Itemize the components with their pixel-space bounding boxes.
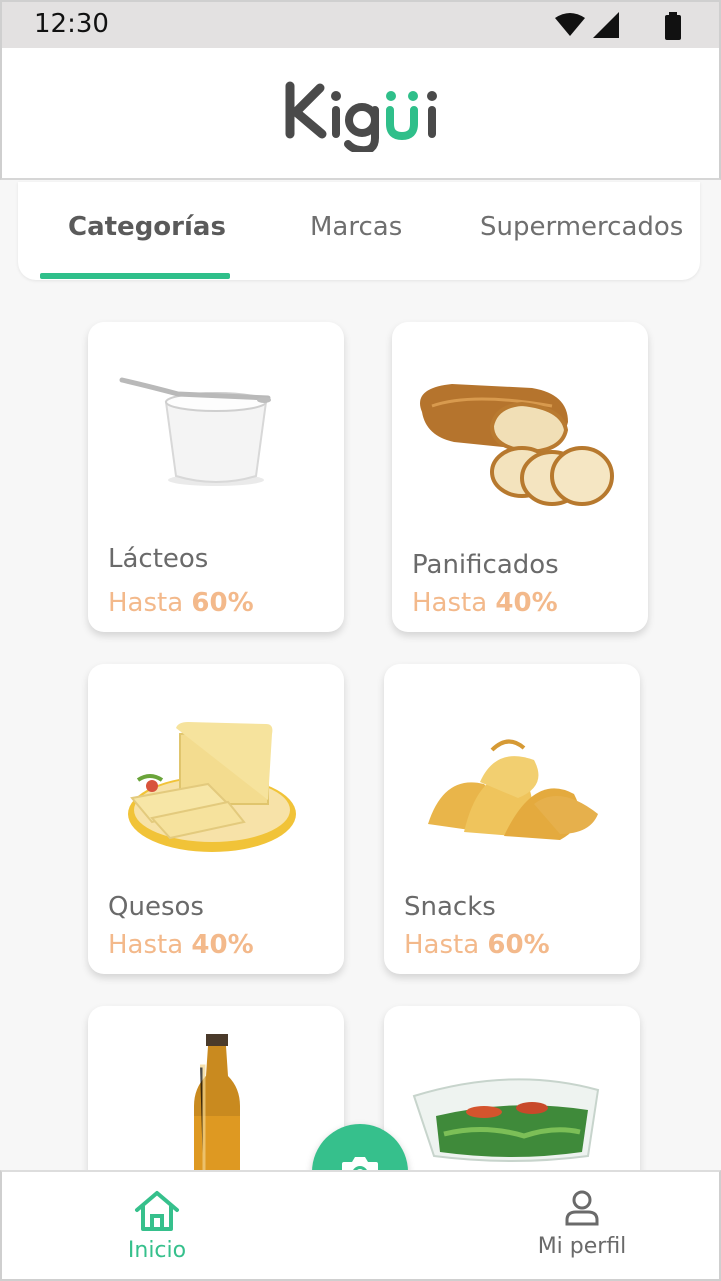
tab-categorias[interactable]: Categorías [68,212,226,242]
category-promo: Hasta 60% [404,930,550,960]
tab-indicator [40,273,230,279]
tab-supermercados[interactable]: Supermercados [480,212,683,242]
yogurt-image [119,377,271,486]
kigui-logo [285,81,437,152]
category-card-quesos[interactable]: Quesos Hasta 40% [88,664,344,974]
profile-icon [565,1190,599,1226]
category-name: Quesos [108,892,204,922]
nav-profile[interactable]: Mi perfil [532,1190,632,1259]
category-card-lacteos[interactable]: Lácteos Hasta 60% [88,322,344,632]
home-icon [135,1191,179,1231]
category-name: Lácteos [108,544,209,574]
bottom-navigation: Inicio Mi perfil [0,1170,721,1281]
app-bar [0,48,721,180]
category-promo: Hasta 40% [412,588,558,618]
category-promo: Hasta 40% [108,930,254,960]
nav-home[interactable]: Inicio [120,1190,194,1263]
category-card-panificados[interactable]: Panificados Hasta 40% [392,322,648,632]
category-name: Panificados [412,550,559,580]
signal-icon [593,12,619,38]
category-name: Snacks [404,892,496,922]
chips-image [428,739,598,840]
bread-image [420,384,614,506]
status-time: 12:30 [34,9,109,39]
tab-marcas[interactable]: Marcas [310,212,402,242]
nav-home-label: Inicio [127,1238,187,1263]
wifi-icon [555,13,585,36]
category-promo: Hasta 60% [108,588,254,618]
tab-bar: Categorías Marcas Supermercados [18,182,700,280]
status-bar: 12:30 [0,0,721,48]
cheese-image [128,722,296,852]
nav-profile-label: Mi perfil [537,1234,627,1259]
battery-icon [665,12,681,40]
category-card-snacks[interactable]: Snacks Hasta 60% [384,664,640,974]
